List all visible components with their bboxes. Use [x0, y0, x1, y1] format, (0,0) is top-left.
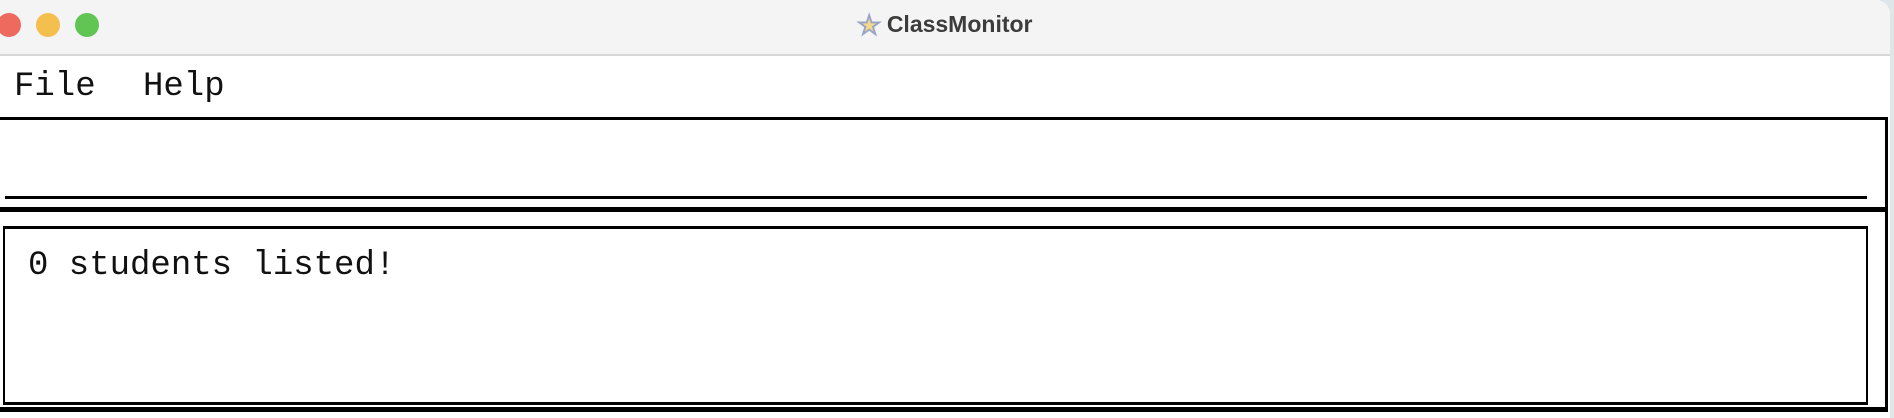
window-title-text: ClassMonitor: [886, 11, 1033, 37]
menu-bar: File Help: [0, 56, 1890, 118]
menu-file[interactable]: File: [14, 68, 96, 106]
result-message: 0 students listed!: [28, 247, 396, 285]
menu-help[interactable]: Help: [143, 68, 225, 106]
result-display: 0 students listed!: [3, 226, 1868, 405]
star-icon: ★: [857, 10, 881, 41]
divider: [0, 407, 1888, 412]
title-bar: ★ ClassMonitor: [0, 0, 1890, 56]
command-box-panel: [0, 117, 1888, 210]
app-window: ★ ClassMonitor File Help 0 students liste…: [0, 0, 1890, 418]
command-input[interactable]: [5, 130, 1867, 199]
window-title: ★ ClassMonitor: [0, 10, 1890, 41]
result-display-panel: 0 students listed!: [0, 207, 1888, 412]
